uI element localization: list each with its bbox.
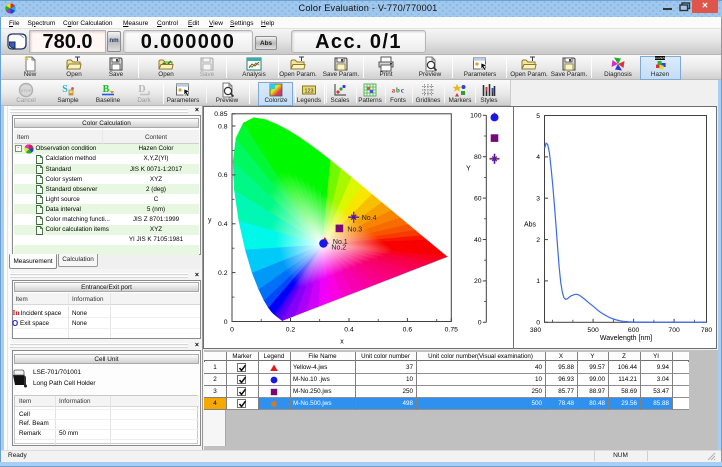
svg-text:0.6: 0.6	[218, 172, 228, 179]
svg-text:5: 5	[536, 113, 540, 120]
svg-text:HAZEN: HAZEN	[655, 56, 665, 60]
svg-text:Wavelength [nm]: Wavelength [nm]	[600, 335, 652, 342]
svg-text:780: 780	[701, 327, 713, 334]
svg-text:Y: Y	[466, 166, 471, 173]
svg-text:Abs: Abs	[524, 222, 537, 229]
svg-text:0.2: 0.2	[218, 270, 228, 277]
svg-text:0: 0	[230, 327, 234, 334]
svg-text:123: 123	[305, 88, 314, 94]
svg-text:No.3: No.3	[347, 226, 362, 233]
svg-text:No.2: No.2	[331, 244, 346, 251]
svg-text:0: 0	[536, 320, 540, 327]
svg-text:0.2: 0.2	[286, 327, 296, 334]
svg-text:700: 700	[668, 327, 680, 334]
svg-text:20: 20	[474, 278, 482, 285]
svg-text:40: 40	[474, 237, 482, 244]
svg-text:S: S	[62, 84, 68, 95]
svg-text:60: 60	[474, 195, 482, 202]
svg-text:x: x	[340, 339, 344, 346]
svg-text:0: 0	[224, 319, 228, 326]
svg-text:500: 500	[587, 327, 599, 334]
svg-text:380: 380	[530, 327, 542, 334]
svg-text:1: 1	[536, 278, 540, 285]
svg-text:600: 600	[628, 327, 640, 334]
svg-text:a: a	[392, 86, 396, 94]
svg-text:y: y	[208, 217, 212, 224]
svg-text:c: c	[401, 86, 404, 94]
svg-text:80: 80	[474, 154, 482, 161]
svg-text:4: 4	[536, 154, 540, 161]
svg-text:0.4: 0.4	[218, 221, 228, 228]
svg-text:D: D	[138, 84, 145, 95]
svg-text:0.85: 0.85	[214, 111, 227, 118]
svg-text:0.6: 0.6	[403, 327, 413, 334]
svg-text:B: B	[103, 84, 110, 95]
svg-text:3: 3	[536, 196, 540, 203]
svg-text:0: 0	[478, 320, 482, 327]
svg-text:No.4: No.4	[362, 215, 377, 222]
svg-text:0.4: 0.4	[344, 327, 354, 334]
svg-text:STOP: STOP	[21, 87, 32, 92]
svg-text:b: b	[396, 86, 400, 94]
svg-text:100: 100	[470, 113, 482, 120]
svg-text:0.75: 0.75	[445, 327, 458, 334]
svg-text:2: 2	[536, 237, 540, 244]
svg-text:0.8: 0.8	[218, 123, 228, 130]
